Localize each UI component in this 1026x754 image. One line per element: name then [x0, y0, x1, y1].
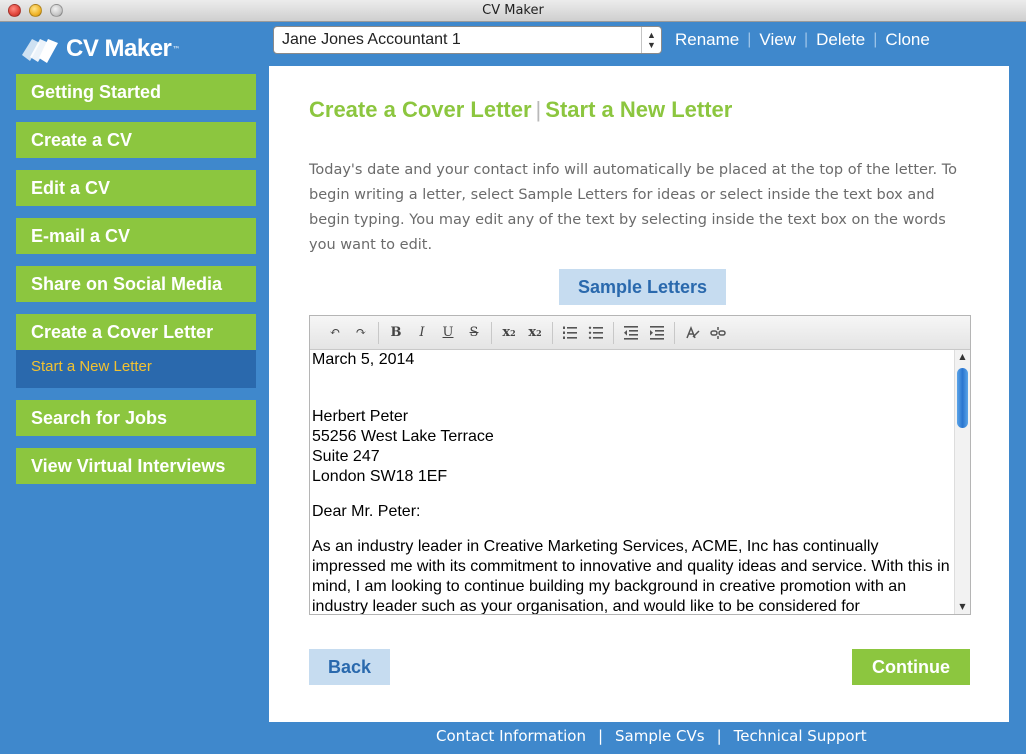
- nav-search-jobs[interactable]: Search for Jobs: [16, 400, 256, 436]
- logo-text: CV Maker: [66, 35, 172, 62]
- scroll-up-arrow-icon[interactable]: ▲: [955, 350, 970, 364]
- page-title: Create a Cover Letter | Start a New Letter: [309, 97, 732, 123]
- bulleted-list-icon[interactable]: [583, 322, 609, 344]
- subscript-icon[interactable]: x2: [496, 322, 522, 344]
- letter-date: March 5, 2014: [312, 351, 415, 368]
- updown-arrows-icon: ▲ ▼: [641, 27, 661, 53]
- indent-group: [614, 321, 675, 344]
- nav-getting-started[interactable]: Getting Started: [16, 74, 256, 110]
- nav-email-cv[interactable]: E-mail a CV: [16, 218, 256, 254]
- title-separator: |: [535, 97, 542, 122]
- clear-formatting-icon[interactable]: [679, 322, 705, 344]
- contact-information-link[interactable]: Contact Information: [436, 727, 586, 745]
- undo-icon[interactable]: ↶: [322, 322, 348, 344]
- letter-recipient-name: Herbert Peter: [312, 408, 409, 425]
- view-link[interactable]: View: [751, 30, 804, 50]
- scroll-thumb[interactable]: [957, 368, 968, 428]
- technical-support-link[interactable]: Technical Support: [734, 727, 867, 745]
- document-select-value: Jane Jones Accountant 1: [282, 31, 461, 48]
- editor-scrollbar[interactable]: ▲ ▼: [954, 350, 970, 614]
- format-group: B I U S: [379, 321, 492, 344]
- scroll-down-arrow-icon[interactable]: ▼: [955, 600, 970, 614]
- redo-icon[interactable]: ↷: [348, 322, 374, 344]
- italic-icon[interactable]: I: [409, 322, 435, 344]
- indent-icon[interactable]: [644, 322, 670, 344]
- list-group: [553, 321, 614, 344]
- cv-pages-logo-icon: [22, 39, 58, 63]
- content-panel: Create a Cover Letter | Start a New Letter…: [269, 66, 1009, 722]
- page-title-secondary: Start a New Letter: [545, 97, 733, 122]
- nav-create-cv[interactable]: Create a CV: [16, 122, 256, 158]
- strikethrough-icon[interactable]: S: [461, 322, 487, 344]
- script-group: x2 x2: [492, 321, 553, 344]
- nav-share-social-media[interactable]: Share on Social Media: [16, 266, 256, 302]
- sample-letters-button[interactable]: Sample Letters: [559, 269, 726, 305]
- document-select[interactable]: Jane Jones Accountant 1 ▲ ▼: [273, 26, 662, 54]
- nav-edit-cv[interactable]: Edit a CV: [16, 170, 256, 206]
- nav-create-cover-letter[interactable]: Create a Cover Letter: [16, 314, 256, 350]
- instructions-text: Today's date and your contact info will …: [309, 162, 958, 253]
- sidebar-nav: Getting Started Create a CV Edit a CV E-…: [16, 74, 256, 496]
- back-button[interactable]: Back: [309, 649, 390, 685]
- nav-sub-start-new-letter[interactable]: Start a New Letter: [16, 350, 256, 388]
- document-actions: Rename | View | Delete | Clone: [667, 29, 938, 51]
- page-title-primary: Create a Cover Letter: [309, 97, 532, 122]
- underline-icon[interactable]: U: [435, 322, 461, 344]
- letter-salutation: Dear Mr. Peter:: [312, 503, 421, 520]
- letter-body: As an industry leader in Creative Market…: [312, 538, 950, 614]
- app-logo: CV Maker ™: [18, 32, 180, 66]
- separator: |: [716, 727, 722, 745]
- title-bar: CV Maker: [0, 0, 1026, 22]
- unlink-icon[interactable]: [705, 322, 731, 344]
- sample-cvs-link[interactable]: Sample CVs: [615, 727, 705, 745]
- editor-toolbar: ↶ ↷ B I U S x2 x2: [310, 316, 970, 350]
- bold-icon[interactable]: B: [383, 322, 409, 344]
- letter-address-line3: London SW18 1EF: [312, 468, 448, 485]
- delete-link[interactable]: Delete: [808, 30, 873, 50]
- clone-link[interactable]: Clone: [877, 30, 937, 50]
- separator: |: [597, 727, 604, 745]
- misc-group: [675, 322, 735, 344]
- footer-links: Contact Information | Sample CVs | Techn…: [436, 725, 867, 747]
- numbered-list-icon[interactable]: [557, 322, 583, 344]
- continue-button[interactable]: Continue: [852, 649, 970, 685]
- app-window: CV Maker ™ Getting Started Create a CV Ed…: [0, 22, 1026, 754]
- superscript-icon[interactable]: x2: [522, 322, 548, 344]
- rename-link[interactable]: Rename: [667, 30, 747, 50]
- letter-editor: ↶ ↷ B I U S x2 x2 March 5, 2014 Herbert …: [309, 315, 971, 615]
- outdent-icon[interactable]: [618, 322, 644, 344]
- letter-address-line1: 55256 West Lake Terrace: [312, 428, 494, 445]
- history-group: ↶ ↷: [318, 321, 379, 344]
- window-title: CV Maker: [482, 3, 544, 18]
- letter-text-area[interactable]: March 5, 2014 Herbert Peter 55256 West L…: [310, 350, 954, 614]
- nav-virtual-interviews[interactable]: View Virtual Interviews: [16, 448, 256, 484]
- logo-trademark: ™: [172, 44, 181, 54]
- letter-address-line2: Suite 247: [312, 448, 380, 465]
